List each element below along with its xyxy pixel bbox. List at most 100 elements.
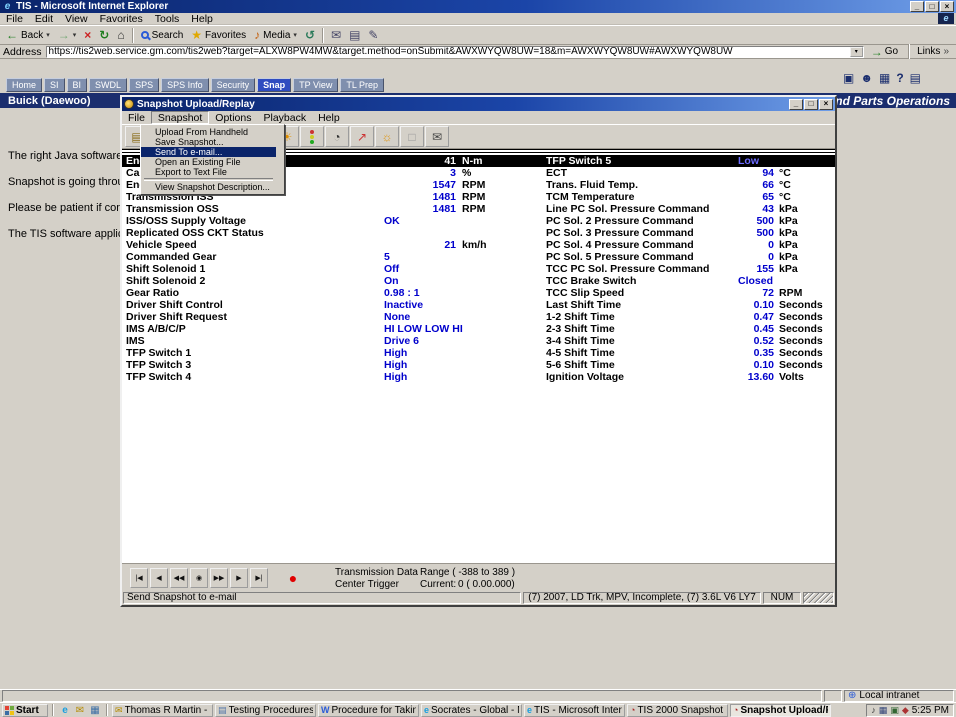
param-row[interactable]: ECT94°C: [546, 167, 833, 179]
print-button[interactable]: ▤: [345, 27, 364, 44]
param-row[interactable]: Trans. Fluid Temp.66°C: [546, 179, 833, 191]
param-row[interactable]: 1-2 Shift Time0.47Seconds: [546, 311, 833, 323]
taskbar-button[interactable]: ◔Snapshot Upload/Re...: [730, 704, 831, 717]
param-row[interactable]: TFP Switch 1High: [126, 347, 540, 359]
ie-icon[interactable]: e: [58, 704, 72, 717]
snapshot-menu-help[interactable]: Help: [312, 111, 346, 124]
tab-bi[interactable]: BI: [67, 78, 88, 92]
param-row[interactable]: Commanded Gear5: [126, 251, 540, 263]
rewind-button[interactable]: ◀◀: [170, 568, 188, 588]
ie-minimize-button[interactable]: _: [910, 1, 924, 12]
favorites-button[interactable]: ★Favorites: [187, 27, 250, 44]
param-row[interactable]: TCC Brake SwitchClosed: [546, 275, 833, 287]
grid-icon[interactable]: ▦: [879, 72, 890, 85]
media-button[interactable]: ♪Media▾: [250, 27, 301, 44]
tab-sps-info[interactable]: SPS Info: [161, 78, 209, 92]
snapshot-close-button[interactable]: ×: [819, 99, 833, 110]
show-desktop-icon[interactable]: ▦: [88, 704, 102, 717]
refresh-button[interactable]: ↻: [95, 27, 113, 44]
address-input[interactable]: https://tis2web.service.gm.com/tis2web?t…: [46, 46, 864, 58]
back-button[interactable]: ←Back▾: [2, 27, 54, 44]
ie-close-button[interactable]: ×: [940, 1, 954, 12]
outlook-icon[interactable]: ✉: [73, 704, 87, 717]
param-row[interactable]: TCC PC Sol. Pressure Command155kPa: [546, 263, 833, 275]
tab-home[interactable]: Home: [6, 78, 42, 92]
ie-menu-view[interactable]: View: [59, 13, 94, 25]
param-row[interactable]: Shift Solenoid 2On: [126, 275, 540, 287]
stop-button[interactable]: ×: [80, 27, 95, 44]
param-row[interactable]: Gear Ratio0.98 : 1: [126, 287, 540, 299]
network-icon[interactable]: ▦: [879, 705, 888, 715]
param-row[interactable]: Replicated OSS CKT Status: [126, 227, 540, 239]
snapshot-maximize-button[interactable]: □: [804, 99, 818, 110]
links-button[interactable]: Links »: [917, 46, 953, 57]
ie-maximize-button[interactable]: □: [925, 1, 939, 12]
address-dropdown-button[interactable]: ▾: [850, 47, 863, 57]
blank-button[interactable]: □: [400, 126, 424, 147]
fast-forward-button[interactable]: ▶▶: [210, 568, 228, 588]
param-row[interactable]: IMS A/B/C/PHI LOW LOW HI: [126, 323, 540, 335]
tab-snap[interactable]: Snap: [257, 78, 291, 92]
skip-start-button[interactable]: |◀: [130, 568, 148, 588]
param-row[interactable]: Line PC Sol. Pressure Command43kPa: [546, 203, 833, 215]
param-row[interactable]: Driver Shift RequestNone: [126, 311, 540, 323]
step-forward-button[interactable]: ▶: [230, 568, 248, 588]
tab-tl-prep[interactable]: TL Prep: [340, 78, 384, 92]
menu-item-send-to-e-mail[interactable]: Send To e-mail...: [141, 147, 276, 157]
gauge-button[interactable]: ◔: [325, 126, 349, 147]
param-row[interactable]: TCM Temperature65°C: [546, 191, 833, 203]
param-row[interactable]: Ignition Voltage13.60Volts: [546, 371, 833, 383]
trigger-button[interactable]: ◉: [190, 568, 208, 588]
param-row[interactable]: 5-6 Shift Time0.10Seconds: [546, 359, 833, 371]
mail-button[interactable]: ✉: [327, 27, 345, 44]
edit-button[interactable]: ✎: [364, 27, 382, 44]
print-icon[interactable]: ▣: [843, 72, 854, 85]
snapshot-menu-options[interactable]: Options: [209, 111, 257, 124]
menu-item-export-to-text-file[interactable]: Export to Text File: [141, 167, 276, 177]
tab-swdl[interactable]: SWDL: [89, 78, 127, 92]
doc-icon[interactable]: ▤: [910, 72, 921, 85]
taskbar-button[interactable]: eSocrates - Global - Micro...: [421, 704, 522, 717]
snapshot-menu-snapshot[interactable]: Snapshot: [151, 111, 209, 124]
step-back-button[interactable]: ◀: [150, 568, 168, 588]
param-row[interactable]: ISS/OSS Supply VoltageOK: [126, 215, 540, 227]
ie-menu-file[interactable]: File: [0, 13, 29, 25]
users-icon[interactable]: ☻: [860, 72, 873, 85]
snapshot-minimize-button[interactable]: _: [789, 99, 803, 110]
history-button[interactable]: ↺: [301, 27, 319, 44]
param-row[interactable]: PC Sol. 4 Pressure Command0kPa: [546, 239, 833, 251]
param-row[interactable]: TCC Slip Speed72RPM: [546, 287, 833, 299]
taskbar-button[interactable]: ✉Thomas R Martin - Inbox...: [112, 704, 213, 717]
resize-grip[interactable]: [803, 592, 834, 604]
param-row[interactable]: PC Sol. 2 Pressure Command500kPa: [546, 215, 833, 227]
tab-security[interactable]: Security: [211, 78, 256, 92]
param-row[interactable]: TFP Switch 5Low: [546, 155, 833, 167]
param-row[interactable]: PC Sol. 5 Pressure Command0kPa: [546, 251, 833, 263]
display-icon[interactable]: ▣: [890, 705, 899, 715]
volume-icon[interactable]: ♪: [871, 705, 876, 715]
forward-button[interactable]: →▾: [54, 27, 81, 44]
param-row[interactable]: Transmission OSS1481RPM: [126, 203, 540, 215]
chart-sun-button[interactable]: ☼: [375, 126, 399, 147]
ie-menu-favorites[interactable]: Favorites: [94, 13, 149, 25]
ie-menu-edit[interactable]: Edit: [29, 13, 59, 25]
menu-item-upload-from-handheld[interactable]: Upload From Handheld: [141, 127, 276, 137]
go-button[interactable]: → Go: [868, 45, 901, 59]
tab-sps[interactable]: SPS: [129, 78, 159, 92]
home-button[interactable]: ⌂: [113, 27, 128, 44]
tab-si[interactable]: SI: [44, 78, 65, 92]
menu-item-save-snapshot[interactable]: Save Snapshot...: [141, 137, 276, 147]
param-row[interactable]: 4-5 Shift Time0.35Seconds: [546, 347, 833, 359]
snapshot-menu-playback[interactable]: Playback: [257, 111, 312, 124]
search-button[interactable]: Search: [137, 27, 188, 44]
start-button[interactable]: Start: [2, 704, 48, 717]
param-row[interactable]: 2-3 Shift Time0.45Seconds: [546, 323, 833, 335]
help-icon[interactable]: ?: [896, 72, 903, 85]
param-row[interactable]: Shift Solenoid 1Off: [126, 263, 540, 275]
menu-item-view-snapshot-description[interactable]: View Snapshot Description...: [141, 182, 276, 192]
param-row[interactable]: Vehicle Speed21km/h: [126, 239, 540, 251]
taskbar-button[interactable]: ▤Testing Procedures: [215, 704, 316, 717]
param-row[interactable]: 3-4 Shift Time0.52Seconds: [546, 335, 833, 347]
email-button[interactable]: ✉: [425, 126, 449, 147]
param-row[interactable]: TFP Switch 4High: [126, 371, 540, 383]
